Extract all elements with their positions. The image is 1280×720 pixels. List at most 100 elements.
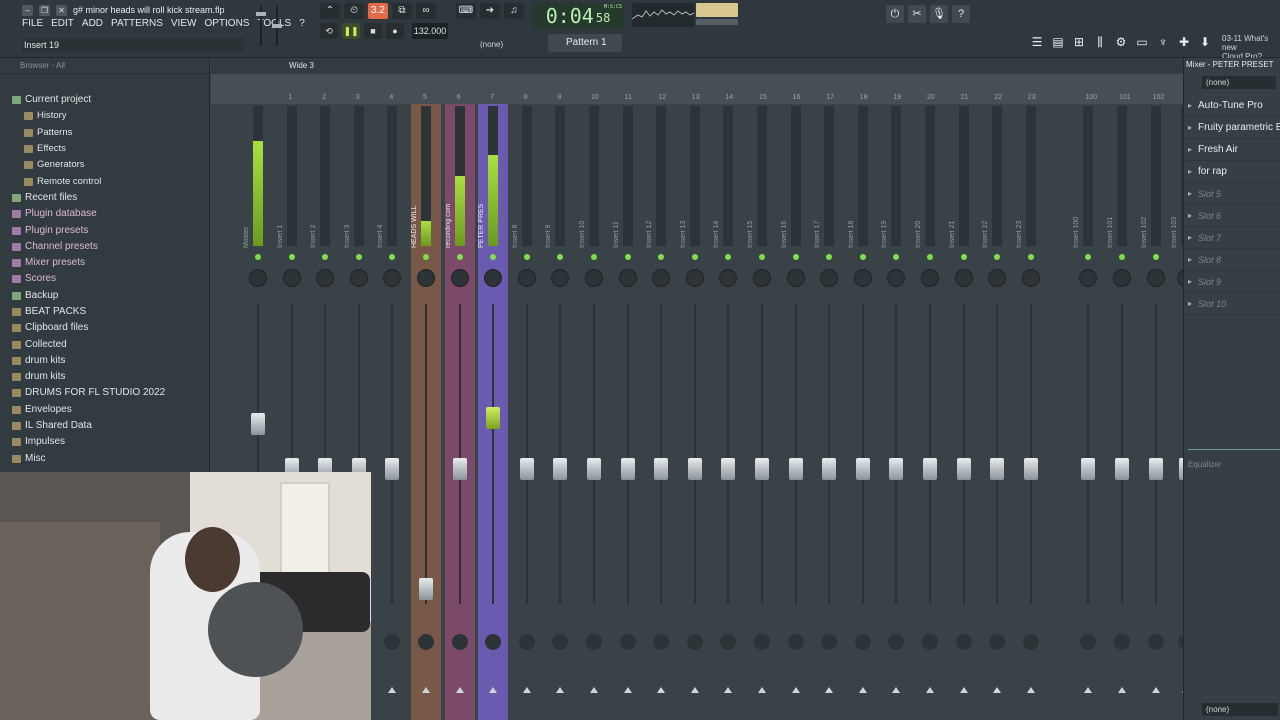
- pan-knob[interactable]: [652, 269, 671, 287]
- stereo-separation-knob[interactable]: [989, 634, 1006, 650]
- mixer-track[interactable]: Insert 20: [915, 104, 945, 720]
- tempo-icon[interactable]: ♆: [1154, 33, 1172, 51]
- volume-fader[interactable]: [1115, 458, 1129, 480]
- volume-fader[interactable]: [755, 458, 769, 480]
- arrow-icon[interactable]: ➔: [480, 3, 500, 19]
- mixer-track[interactable]: Insert 4: [377, 104, 407, 720]
- pan-knob[interactable]: [1146, 269, 1165, 287]
- mixer-track[interactable]: HEADS WILL ROLL 8...AV UNMIXED BEAT: [411, 104, 441, 720]
- stereo-separation-knob[interactable]: [888, 634, 905, 650]
- metronome-icon[interactable]: ⌃: [320, 3, 340, 19]
- browser-item[interactable]: Backup: [0, 288, 209, 304]
- browser-item[interactable]: Mixer presets: [0, 255, 209, 271]
- stereo-separation-knob[interactable]: [1022, 634, 1039, 650]
- pan-knob[interactable]: [1079, 269, 1098, 287]
- stereo-separation-knob[interactable]: [384, 634, 401, 650]
- channel-rack-icon[interactable]: ⊞: [1070, 33, 1088, 51]
- pan-knob[interactable]: [887, 269, 906, 287]
- bell-icon[interactable]: ♫: [504, 3, 524, 19]
- step-edit-icon[interactable]: ⧉: [392, 3, 412, 19]
- route-arrow-icon[interactable]: [489, 687, 498, 693]
- stereo-separation-knob[interactable]: [1147, 634, 1164, 650]
- mixer-track[interactable]: recording compression: [444, 104, 475, 720]
- playlist-icon[interactable]: ☰: [1028, 33, 1046, 51]
- mute-led[interactable]: [557, 254, 564, 260]
- browser-item[interactable]: Remote control: [0, 173, 209, 189]
- route-arrow-icon[interactable]: [522, 687, 531, 693]
- route-arrow-icon[interactable]: [455, 687, 464, 693]
- help-icon[interactable]: ?: [952, 5, 970, 23]
- fx-slot[interactable]: Slot 7: [1184, 227, 1280, 249]
- microphone-icon[interactable]: 🎙: [930, 5, 948, 23]
- loop-icon[interactable]: ⟲: [320, 23, 338, 39]
- mixer-track[interactable]: Insert 102: [1141, 104, 1171, 720]
- pan-knob[interactable]: [820, 269, 839, 287]
- stop-button[interactable]: ■: [364, 23, 382, 39]
- plugin-picker-icon[interactable]: ✚: [1175, 33, 1193, 51]
- volume-fader-track[interactable]: [626, 304, 629, 604]
- route-arrow-icon[interactable]: [825, 687, 834, 693]
- fx-slot[interactable]: Auto-Tune Pro: [1184, 95, 1280, 117]
- route-arrow-icon[interactable]: [422, 687, 430, 693]
- piano-roll-icon[interactable]: ▤: [1049, 33, 1067, 51]
- mute-led[interactable]: [1152, 254, 1159, 260]
- browser-item[interactable]: drum kits: [0, 369, 209, 385]
- route-arrow-icon[interactable]: [388, 687, 397, 693]
- song-time-display[interactable]: 0:04 58 M:S:CS: [532, 3, 624, 29]
- snap-select[interactable]: (none): [480, 40, 503, 49]
- stereo-separation-knob[interactable]: [485, 634, 502, 650]
- volume-fader[interactable]: [923, 458, 937, 480]
- volume-fader-track[interactable]: [492, 304, 495, 604]
- mute-led[interactable]: [591, 254, 597, 260]
- pan-knob[interactable]: [450, 269, 469, 287]
- browser-item[interactable]: Recent files: [0, 190, 209, 206]
- pan-knob[interactable]: [551, 269, 570, 287]
- mute-led[interactable]: [826, 254, 833, 260]
- pan-knob[interactable]: [618, 269, 637, 287]
- tempo-field[interactable]: 132.000: [412, 23, 448, 39]
- menu-options[interactable]: OPTIONS: [204, 18, 249, 32]
- mute-led[interactable]: [893, 254, 900, 260]
- volume-fader[interactable]: [822, 458, 837, 480]
- volume-fader-track[interactable]: [525, 304, 528, 604]
- stereo-separation-knob[interactable]: [686, 634, 703, 650]
- volume-fader-track[interactable]: [929, 304, 931, 604]
- pan-knob[interactable]: [282, 269, 301, 287]
- wait-record-icon[interactable]: ⏲: [344, 3, 364, 19]
- stereo-separation-knob[interactable]: [552, 634, 569, 650]
- mixer-track[interactable]: Insert 11: [613, 104, 643, 720]
- stereo-separation-knob[interactable]: [418, 634, 434, 650]
- stereo-separation-knob[interactable]: [451, 634, 468, 650]
- news-panel[interactable]: 03-11 What's new Cloud Pro?: [1222, 34, 1280, 61]
- browser-item[interactable]: drum kits: [0, 353, 209, 369]
- mute-led[interactable]: [355, 254, 362, 260]
- pattern-selector[interactable]: Pattern 1: [548, 34, 622, 52]
- mixer-track[interactable]: Insert 23: [1016, 104, 1046, 720]
- input-select[interactable]: (none): [1202, 76, 1276, 89]
- pattern-song-toggle[interactable]: 3.2: [368, 3, 388, 19]
- stereo-separation-knob[interactable]: [854, 634, 871, 650]
- stereo-separation-knob[interactable]: [586, 634, 602, 650]
- volume-fader[interactable]: [251, 413, 265, 435]
- route-arrow-icon[interactable]: [959, 687, 968, 693]
- mute-led[interactable]: [994, 254, 1001, 260]
- mixer-track[interactable]: Insert 16: [781, 104, 811, 720]
- minimize-icon[interactable]: –: [22, 4, 33, 16]
- route-arrow-icon[interactable]: [590, 687, 598, 693]
- loop-record-icon[interactable]: ∞: [416, 3, 436, 19]
- volume-fader-track[interactable]: [794, 304, 797, 604]
- stereo-separation-knob[interactable]: [1114, 634, 1130, 650]
- browser-item[interactable]: Patterns: [0, 125, 209, 141]
- route-arrow-icon[interactable]: [1151, 687, 1160, 693]
- menu-patterns[interactable]: PATTERNS: [111, 18, 163, 32]
- volume-fader-track[interactable]: [593, 304, 595, 604]
- pan-knob[interactable]: [349, 269, 368, 287]
- pan-knob[interactable]: [517, 269, 536, 287]
- browser-item[interactable]: Envelopes: [0, 402, 209, 418]
- volume-fader-track[interactable]: [693, 304, 696, 604]
- mixer-track[interactable]: PETER PRESET: [478, 104, 509, 720]
- restore-icon[interactable]: ❐: [39, 4, 50, 16]
- volume-fader[interactable]: [1023, 458, 1038, 480]
- keyboard-icon[interactable]: ⌨: [456, 3, 476, 19]
- fx-slot[interactable]: for rap: [1184, 161, 1280, 183]
